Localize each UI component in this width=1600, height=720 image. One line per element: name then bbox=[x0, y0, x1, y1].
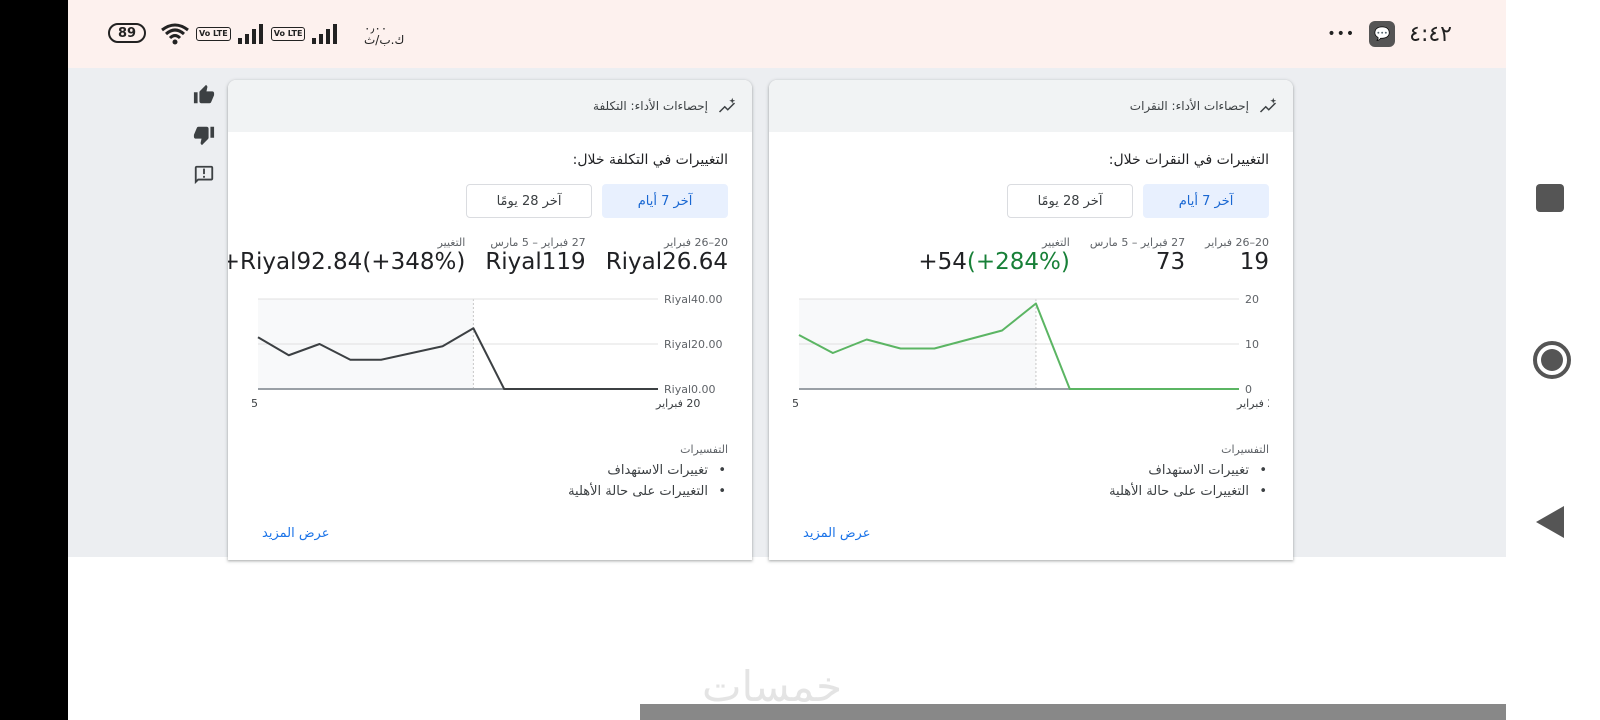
stats-row: 20–26 فبراير 19 27 فبراير – 5 مارس 73 ال… bbox=[793, 236, 1269, 275]
recent-apps-icon[interactable] bbox=[1534, 182, 1566, 214]
clicks-chart: 0 10 20 20 فبراير 5 مارس bbox=[793, 293, 1269, 421]
stat-change: التغيير +54(+284%) bbox=[918, 236, 1070, 275]
card-title: إحصاءات الأداء: النقرات bbox=[1129, 99, 1249, 113]
change-amount: +54 bbox=[918, 249, 967, 275]
show-more-link[interactable]: عرض المزيد bbox=[262, 526, 329, 541]
network-speed: ٠٫٠٠ ك.ب/ث bbox=[364, 22, 404, 46]
clock: ٤:٤٢ bbox=[1409, 21, 1452, 47]
explanations-list: تغييرات الاستهداف التغييرات على حالة الأ… bbox=[793, 460, 1269, 502]
x-tick-label: 5 مارس bbox=[252, 397, 258, 410]
status-bar: 89 Vo LTE Vo LTE ٠٫٠٠ ك.ب/ث ••• 💬 ٤:٤٢ bbox=[68, 0, 1506, 68]
stat-label: التغيير bbox=[1042, 236, 1070, 249]
stat-label: 27 فبراير – 5 مارس bbox=[1089, 236, 1186, 249]
change-amount: +Riyal92.84 bbox=[228, 249, 363, 275]
stat-previous-period: 20–26 فبراير 19 bbox=[1205, 236, 1269, 275]
more-icon: ••• bbox=[1327, 26, 1356, 42]
card-title: إحصاءات الأداء: التكلفة bbox=[593, 99, 708, 113]
change-percent: (+348%) bbox=[362, 249, 466, 275]
card-header: إحصاءات الأداء: النقرات bbox=[769, 80, 1293, 132]
x-tick-label: 5 مارس bbox=[793, 397, 799, 410]
stat-label: 27 فبراير – 5 مارس bbox=[490, 236, 586, 249]
phone-screen: 89 Vo LTE Vo LTE ٠٫٠٠ ك.ب/ث ••• 💬 ٤:٤٢ إ… bbox=[68, 0, 1506, 720]
network-speed-unit: ك.ب/ث bbox=[364, 33, 405, 47]
period-selector: آخر 7 أيام آخر 28 يومًا bbox=[793, 184, 1269, 218]
cost-performance-card: إحصاءات الأداء: التكلفة التغييرات في الت… bbox=[228, 80, 752, 560]
y-tick-label: Riyal40.00 bbox=[664, 293, 723, 306]
sparkle-trend-icon bbox=[718, 97, 736, 113]
stat-label: 20–26 فبراير bbox=[1205, 236, 1269, 249]
tab-last-28-days[interactable]: آخر 28 يومًا bbox=[466, 184, 592, 218]
explanation-item: تغييرات الاستهداف bbox=[793, 460, 1269, 481]
tab-last-7-days[interactable]: آخر 7 أيام bbox=[1143, 184, 1269, 218]
thumbs-up-icon[interactable] bbox=[193, 84, 215, 106]
home-icon[interactable] bbox=[1532, 340, 1572, 380]
explanation-item: تغييرات الاستهداف bbox=[252, 460, 728, 481]
volte-icon: Vo LTE bbox=[196, 27, 231, 41]
stat-change: التغيير +Riyal92.84(+348%) bbox=[228, 236, 465, 275]
changes-title: التغييرات في التكلفة خلال: bbox=[572, 152, 728, 168]
stat-previous-period: 20–26 فبراير Riyal26.64 bbox=[606, 236, 728, 275]
y-tick-label: 10 bbox=[1245, 338, 1259, 351]
sparkle-trend-icon bbox=[1259, 97, 1277, 113]
stat-value: Riyal119 bbox=[485, 249, 586, 275]
back-icon[interactable] bbox=[1534, 504, 1566, 540]
clicks-line-chart: 0 10 20 20 فبراير 5 مارس bbox=[793, 293, 1269, 410]
y-tick-label: Riyal20.00 bbox=[664, 338, 723, 351]
stat-label: 20–26 فبراير bbox=[664, 236, 728, 249]
period-selector: آخر 7 أيام آخر 28 يومًا bbox=[252, 184, 728, 218]
feedback-rail bbox=[192, 84, 216, 186]
gesture-bar bbox=[640, 704, 1506, 720]
navigation-bar bbox=[1506, 0, 1600, 720]
stat-label: التغيير bbox=[437, 236, 466, 249]
card-header: إحصاءات الأداء: التكلفة bbox=[228, 80, 752, 132]
y-tick-label: 0 bbox=[1245, 383, 1252, 396]
wifi-icon bbox=[161, 23, 189, 45]
x-tick-label: 20 فبراير bbox=[1236, 397, 1269, 410]
connectivity-icons: Vo LTE Vo LTE bbox=[160, 20, 339, 48]
volte-icon-2: Vo LTE bbox=[270, 27, 306, 41]
y-tick-label: Riyal0.00 bbox=[664, 383, 716, 396]
battery-indicator: 89 bbox=[108, 23, 146, 43]
clicks-performance-card: إحصاءات الأداء: النقرات التغييرات في الن… bbox=[769, 80, 1293, 560]
signal-icon-2 bbox=[312, 24, 338, 44]
tab-last-7-days[interactable]: آخر 7 أيام bbox=[602, 184, 728, 218]
explanations-list: تغييرات الاستهداف التغييرات على حالة الأ… bbox=[252, 460, 728, 502]
cost-chart: Riyal0.00 Riyal20.00 Riyal40.00 20 فبراير 5 … bbox=[252, 293, 728, 421]
stat-value: Riyal26.64 bbox=[605, 249, 728, 275]
stats-row: 20–26 فبراير Riyal26.64 27 فبراير – 5 ما… bbox=[228, 236, 728, 275]
stat-value: 19 bbox=[1239, 249, 1269, 275]
explanations-title: التفسيرات bbox=[1221, 443, 1269, 456]
stat-change-value: +54(+284%) bbox=[918, 249, 1070, 275]
battery-level: 89 bbox=[117, 25, 137, 41]
show-more-link[interactable]: عرض المزيد bbox=[803, 526, 870, 541]
x-tick-label: 20 فبراير bbox=[655, 397, 700, 410]
feedback-icon[interactable] bbox=[193, 164, 215, 186]
y-tick-label: 20 bbox=[1245, 293, 1259, 306]
stat-change-value: +Riyal92.84(+348%) bbox=[228, 249, 465, 275]
message-notification-icon: 💬 bbox=[1369, 21, 1396, 47]
explanation-item: التغييرات على حالة الأهلية bbox=[252, 481, 728, 502]
signal-icon bbox=[237, 24, 263, 44]
cost-line-chart: Riyal0.00 Riyal20.00 Riyal40.00 20 فبراير 5 … bbox=[252, 293, 723, 410]
thumbs-down-icon[interactable] bbox=[193, 124, 215, 146]
status-right: ••• 💬 ٤:٤٢ bbox=[1327, 20, 1452, 48]
main-content: إحصاءات الأداء: النقرات التغييرات في الن… bbox=[68, 68, 1506, 560]
explanation-item: التغييرات على حالة الأهلية bbox=[793, 481, 1269, 502]
tab-last-28-days[interactable]: آخر 28 يومًا bbox=[1007, 184, 1133, 218]
stat-value: 73 bbox=[1155, 249, 1186, 275]
explanations-title: التفسيرات bbox=[680, 443, 728, 456]
changes-title: التغييرات في النقرات خلال: bbox=[1108, 152, 1269, 168]
stat-current-period: 27 فبراير – 5 مارس 73 bbox=[1090, 236, 1185, 275]
change-percent: (+284%) bbox=[966, 249, 1070, 275]
stat-current-period: 27 فبراير – 5 مارس Riyal119 bbox=[485, 236, 585, 275]
